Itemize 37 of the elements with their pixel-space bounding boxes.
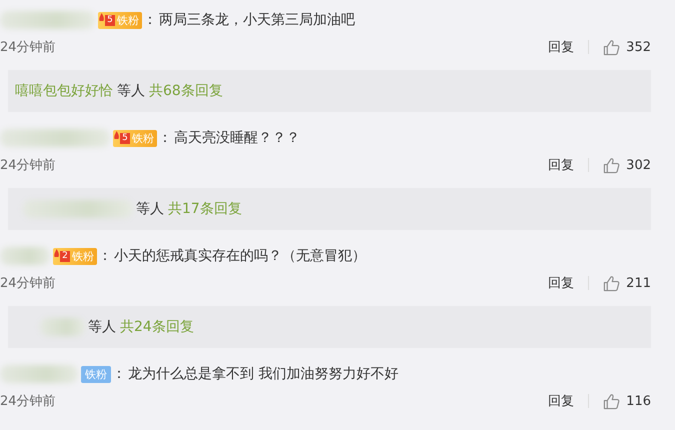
comment-text: 两局三条龙，小天第三局加油吧 (159, 11, 355, 29)
reply-link[interactable]: 回复 (548, 392, 574, 410)
thumbs-up-icon[interactable] (603, 156, 620, 174)
badge-label: 铁粉 (132, 130, 154, 146)
reply-link[interactable]: 回复 (548, 38, 574, 56)
colon: ： (143, 11, 157, 29)
colon: ： (158, 129, 172, 147)
badge-label: 铁粉 (72, 248, 94, 264)
timestamp: 24分钟前 (0, 39, 56, 56)
blurred-name (0, 247, 50, 265)
reply-link[interactable]: 回复 (548, 274, 574, 292)
colon: ： (112, 365, 126, 383)
timestamp: 24分钟前 (0, 393, 56, 410)
like-count: 211 (626, 276, 651, 290)
like-count: 302 (626, 158, 651, 172)
fan-badge: 铁粉 (81, 366, 111, 382)
like-count: 116 (626, 394, 651, 408)
others-label: 等人 (117, 82, 145, 100)
badge-label: 铁粉 (117, 12, 139, 28)
thumbs-up-icon[interactable] (603, 274, 620, 292)
thumbs-up-icon[interactable] (603, 38, 620, 56)
like-count: 352 (626, 40, 651, 54)
colon: ： (98, 247, 112, 265)
flame-icon (54, 248, 59, 256)
others-label: 等人 (88, 318, 116, 336)
reply-thread-bar[interactable]: 等人 共17条回复 (8, 188, 651, 230)
flame-icon (99, 12, 104, 20)
comment-text: 龙为什么总是拿不到 我们加油努努力好不好 (128, 365, 398, 383)
reply-thread-bar[interactable]: 等人 共24条回复 (8, 306, 651, 348)
reply-link[interactable]: 回复 (548, 156, 574, 174)
flame-icon (114, 130, 119, 138)
thumbs-up-icon[interactable] (603, 392, 620, 410)
comment-text: 高天亮没睡醒？？？ (174, 129, 300, 147)
timestamp: 24分钟前 (0, 157, 56, 174)
others-label: 等人 (136, 200, 164, 218)
timestamp: 24分钟前 (0, 275, 56, 292)
comment-text: 小天的惩戒真实存在的吗？（无意冒犯） (114, 247, 366, 265)
